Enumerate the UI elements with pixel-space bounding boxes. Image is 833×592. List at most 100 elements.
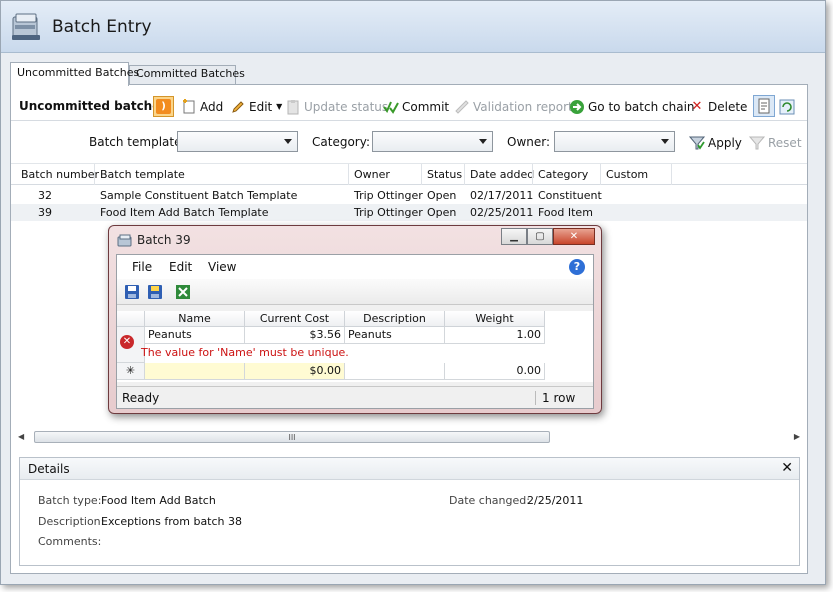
scroll-left-icon[interactable]: ◀ xyxy=(18,432,24,441)
scroll-right-icon[interactable]: ▶ xyxy=(794,432,800,441)
window-title: Batch Entry xyxy=(52,17,152,37)
row-count: 1 row xyxy=(535,391,575,405)
details-title: Details xyxy=(28,462,70,476)
chevron-down-icon: ▼ xyxy=(276,102,283,111)
col-batch-number[interactable]: Batch number xyxy=(21,168,99,181)
new-cell-current-cost[interactable]: $0.00 xyxy=(245,363,345,380)
rss-feed-button[interactable]: ) xyxy=(153,96,174,117)
batch-39-window: Batch 39 ▁ ▢ ✕ File Edit View ? Name Cur… xyxy=(108,225,602,414)
export-button[interactable] xyxy=(753,95,775,117)
minimize-icon: ▁ xyxy=(510,231,518,242)
menu-view[interactable]: View xyxy=(208,260,236,274)
pencil-icon xyxy=(232,101,244,113)
go-to-batch-chain-button[interactable]: Go to batch chain xyxy=(569,97,695,117)
report-icon xyxy=(455,100,469,114)
table-row[interactable]: 39 Food Item Add Batch Template Trip Ott… xyxy=(11,204,807,221)
menu-edit[interactable]: Edit xyxy=(169,260,192,274)
popup-toolbar xyxy=(117,279,593,305)
edit-button[interactable]: Edit ▼ xyxy=(230,97,283,117)
update-status-label: Update status xyxy=(304,100,389,114)
horizontal-scrollbar[interactable]: ◀ III ▶ xyxy=(16,430,802,444)
maximize-icon: ▢ xyxy=(535,231,545,242)
batch-window-icon xyxy=(117,234,132,247)
add-page-icon xyxy=(183,99,195,114)
apply-button[interactable]: Apply xyxy=(689,133,742,153)
col-description[interactable]: Description xyxy=(345,311,445,327)
details-header: Details ✕ xyxy=(20,458,799,480)
filter-reset-icon xyxy=(749,136,765,150)
scrollbar-thumb[interactable]: III xyxy=(34,431,550,443)
chevron-down-icon xyxy=(284,139,292,144)
minimize-button[interactable]: ▁ xyxy=(501,228,527,245)
table-row[interactable]: 32 Sample Constituent Batch Template Tri… xyxy=(11,187,807,204)
col-status[interactable]: Status xyxy=(427,168,462,181)
col-name[interactable]: Name xyxy=(145,311,245,327)
new-cell-description[interactable] xyxy=(345,363,445,380)
col-custom[interactable]: Custom xyxy=(606,168,648,181)
close-icon: ✕ xyxy=(569,231,579,242)
validation-report-label: Validation report xyxy=(473,100,573,114)
close-icon[interactable]: ✕ xyxy=(781,460,793,476)
export-page-icon xyxy=(758,98,770,114)
menu-file[interactable]: File xyxy=(132,260,152,274)
add-button[interactable]: Add xyxy=(181,97,223,117)
title-bar: Batch Entry xyxy=(1,1,825,53)
tab-committed-batches[interactable]: Committed Batches xyxy=(129,65,245,84)
cell-name[interactable]: Peanuts xyxy=(145,327,245,344)
col-date-added[interactable]: Date added xyxy=(470,168,534,181)
cell-current-cost[interactable]: $3.56 xyxy=(245,327,345,344)
commit-button[interactable]: Commit xyxy=(383,97,449,117)
chevron-down-icon xyxy=(661,139,669,144)
delete-button[interactable]: ✕ Delete xyxy=(689,97,748,117)
cell-date-added: 02/25/2011 xyxy=(470,206,534,219)
cell-weight[interactable]: 1.00 xyxy=(445,327,545,344)
category-select[interactable] xyxy=(372,131,493,152)
commit-checks-icon xyxy=(383,101,399,114)
maximize-button[interactable]: ▢ xyxy=(527,228,553,245)
cell-category: Constituent xyxy=(538,189,602,202)
date-changed-value: 2/25/2011 xyxy=(527,494,584,507)
tab-uncommitted-batches[interactable]: Uncommitted Batches xyxy=(10,62,139,86)
red-x-icon: ✕ xyxy=(691,99,703,114)
new-cell-name[interactable] xyxy=(145,363,245,380)
new-row-marker[interactable]: ✳ xyxy=(117,363,145,380)
update-status-button[interactable]: Update status xyxy=(285,97,388,117)
description-value: Exceptions from batch 38 xyxy=(101,515,243,528)
col-category[interactable]: Category xyxy=(538,168,588,181)
batch-template-select[interactable] xyxy=(177,131,298,152)
green-arrow-icon xyxy=(570,100,584,114)
popup-grid: Name Current Cost Description Weight ✕ P… xyxy=(117,311,593,382)
edit-label: Edit xyxy=(249,100,273,114)
validation-report-button[interactable]: Validation report xyxy=(454,97,573,117)
validation-error-message: The value for 'Name' must be unique. xyxy=(141,346,349,359)
go-to-batch-chain-label: Go to batch chain xyxy=(588,100,695,114)
popup-body: File Edit View ? Name Current Cost Descr… xyxy=(116,254,594,409)
col-batch-template[interactable]: Batch template xyxy=(100,168,185,181)
batch-template-label: Batch template: xyxy=(89,135,186,149)
owner-label: Owner: xyxy=(507,135,551,149)
filter-bar: Batch template: Category: Owner: Apply R… xyxy=(11,129,807,157)
save-and-close-icon[interactable] xyxy=(147,284,163,300)
comments-label: Comments: xyxy=(38,535,102,548)
help-icon[interactable]: ? xyxy=(569,259,585,275)
cell-category: Food Item xyxy=(538,206,593,219)
cell-description[interactable]: Peanuts xyxy=(345,327,445,344)
filter-funnel-icon xyxy=(689,136,705,150)
cell-owner: Trip Ottinger xyxy=(354,189,423,202)
chevron-down-icon xyxy=(479,139,487,144)
col-owner[interactable]: Owner xyxy=(354,168,390,181)
owner-select[interactable] xyxy=(554,131,675,152)
close-window-button[interactable]: ✕ xyxy=(553,228,595,245)
new-cell-weight[interactable]: 0.00 xyxy=(445,363,545,380)
excel-export-icon[interactable] xyxy=(175,284,191,300)
apply-label: Apply xyxy=(708,136,742,150)
batch-type-value: Food Item Add Batch xyxy=(101,494,216,507)
refresh-button[interactable] xyxy=(779,97,795,117)
cell-batch-template: Sample Constituent Batch Template xyxy=(100,189,298,202)
col-current-cost[interactable]: Current Cost xyxy=(245,311,345,327)
cell-batch-number: 32 xyxy=(38,189,52,202)
save-icon[interactable] xyxy=(124,284,140,300)
col-weight[interactable]: Weight xyxy=(445,311,545,327)
error-icon: ✕ xyxy=(120,335,134,349)
reset-button[interactable]: Reset xyxy=(749,133,802,153)
